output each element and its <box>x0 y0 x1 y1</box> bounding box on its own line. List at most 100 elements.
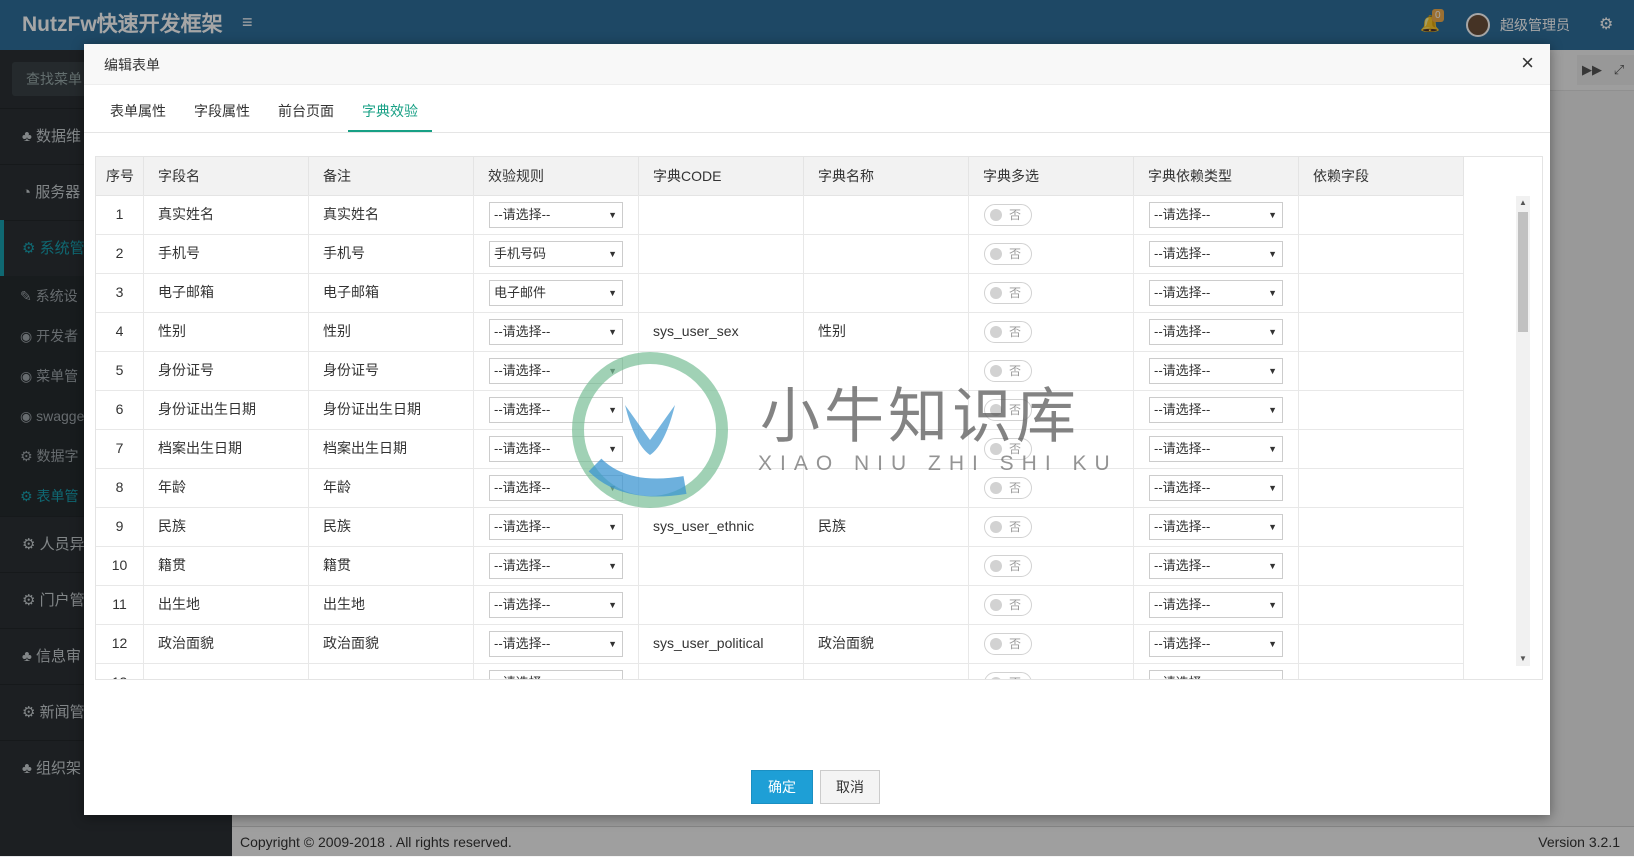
validation-rule-select[interactable]: 手机号码 ▼ <box>489 241 623 267</box>
dependency-type-select[interactable]: --请选择-- ▼ <box>1149 202 1283 228</box>
watermark-logo <box>572 352 728 508</box>
dict-multi-toggle[interactable]: 否 <box>984 633 1032 655</box>
table-cell: 电子邮箱 <box>144 273 309 312</box>
select-value: --请选择-- <box>1154 246 1211 261</box>
toggle-knob <box>990 560 1002 572</box>
caret-down-icon: ▼ <box>608 327 617 337</box>
table-cell <box>639 663 804 679</box>
table-cell: 9 <box>96 507 144 546</box>
toggle-knob <box>990 599 1002 611</box>
dependency-type-select[interactable]: --请选择-- ▼ <box>1149 241 1283 267</box>
table-cell: 11 <box>96 585 144 624</box>
column-header: 效验规则 <box>474 157 639 195</box>
dict-multi-toggle[interactable]: 否 <box>984 282 1032 304</box>
dependency-type-select[interactable]: --请选择-- ▼ <box>1149 670 1283 679</box>
confirm-button[interactable]: 确定 <box>751 770 813 804</box>
table-cell: 身份证号 <box>144 351 309 390</box>
dict-multi-toggle[interactable]: 否 <box>984 321 1032 343</box>
cancel-button[interactable]: 取消 <box>820 770 880 804</box>
tab-field-attributes[interactable]: 字段属性 <box>180 84 264 132</box>
scrollbar-thumb[interactable] <box>1518 212 1528 332</box>
table-cell: 政治面貌 <box>804 624 969 663</box>
validation-rule-select[interactable]: --请选择-- ▼ <box>489 202 623 228</box>
table-row: 10 籍贯 籍贯 --请选择-- ▼ 否 --请选择-- ▼ <box>96 546 1464 586</box>
toggle-label: 否 <box>1009 481 1022 495</box>
dependency-type-select[interactable]: --请选择-- ▼ <box>1149 631 1283 657</box>
toggle-label: 否 <box>1009 637 1022 651</box>
dict-multi-toggle[interactable]: 否 <box>984 243 1032 265</box>
validation-rule-select[interactable]: --请选择-- ▼ <box>489 514 623 540</box>
dependency-type-select[interactable]: --请选择-- ▼ <box>1149 436 1283 462</box>
table-cell <box>1299 351 1464 390</box>
dependency-type-select[interactable]: --请选择-- ▼ <box>1149 592 1283 618</box>
table-cell: 年龄 <box>309 468 474 507</box>
validation-rule-select[interactable]: --请选择-- ▼ <box>489 553 623 579</box>
table-cell <box>1299 234 1464 273</box>
table-cell: 籍贯 <box>309 546 474 585</box>
dict-multi-toggle[interactable]: 否 <box>984 594 1032 616</box>
dependency-type-cell: --请选择-- ▼ <box>1134 624 1299 663</box>
dict-multi-toggle[interactable]: 否 <box>984 672 1032 679</box>
select-value: --请选择-- <box>1154 363 1211 378</box>
dict-multi-toggle[interactable]: 否 <box>984 477 1032 499</box>
select-value: --请选择-- <box>494 636 551 651</box>
dict-multi-cell: 否 <box>969 546 1134 585</box>
table-cell <box>804 195 969 234</box>
table-cell <box>639 585 804 624</box>
table-cell: 性别 <box>144 312 309 351</box>
dependency-type-select[interactable]: --请选择-- ▼ <box>1149 280 1283 306</box>
dependency-type-select[interactable]: --请选择-- ▼ <box>1149 319 1283 345</box>
validation-rule-select[interactable]: --请选择-- ▼ <box>489 319 623 345</box>
dict-multi-cell: 否 <box>969 195 1134 234</box>
scroll-up-icon[interactable]: ▲ <box>1516 196 1530 210</box>
table-scrollbar[interactable]: ▲ ▼ <box>1516 196 1530 666</box>
dict-multi-cell: 否 <box>969 663 1134 679</box>
table-cell: 民族 <box>309 507 474 546</box>
dict-multi-toggle[interactable]: 否 <box>984 555 1032 577</box>
select-value: --请选择-- <box>494 402 551 417</box>
table-cell <box>804 234 969 273</box>
toggle-knob <box>990 248 1002 260</box>
dependency-type-cell: --请选择-- ▼ <box>1134 195 1299 234</box>
dependency-type-select[interactable]: --请选择-- ▼ <box>1149 553 1283 579</box>
table-cell <box>1299 390 1464 429</box>
dependency-type-select[interactable]: --请选择-- ▼ <box>1149 397 1283 423</box>
dependency-type-select[interactable]: --请选择-- ▼ <box>1149 514 1283 540</box>
dependency-type-cell: --请选择-- ▼ <box>1134 273 1299 312</box>
select-value: --请选择-- <box>494 519 551 534</box>
table-cell: 12 <box>96 624 144 663</box>
tab-dict-validation[interactable]: 字典效验 <box>348 84 432 132</box>
validation-rule-cell: --请选择-- ▼ <box>474 663 639 679</box>
validation-rule-cell: --请选择-- ▼ <box>474 195 639 234</box>
table-cell: 2 <box>96 234 144 273</box>
dependency-type-select[interactable]: --请选择-- ▼ <box>1149 475 1283 501</box>
table-cell <box>1299 312 1464 351</box>
dependency-type-cell: --请选择-- ▼ <box>1134 585 1299 624</box>
toggle-label: 否 <box>1009 598 1022 612</box>
column-header: 字典多选 <box>969 157 1134 195</box>
tab-form-attributes[interactable]: 表单属性 <box>96 84 180 132</box>
validation-rule-select[interactable]: --请选择-- ▼ <box>489 592 623 618</box>
validation-rule-select[interactable]: --请选择-- ▼ <box>489 631 623 657</box>
dict-multi-toggle[interactable]: 否 <box>984 204 1032 226</box>
caret-down-icon: ▼ <box>1268 483 1277 493</box>
caret-down-icon: ▼ <box>608 249 617 259</box>
column-header: 依赖字段 <box>1299 157 1464 195</box>
dict-multi-cell: 否 <box>969 585 1134 624</box>
table-cell: 5 <box>96 351 144 390</box>
tab-front-pages[interactable]: 前台页面 <box>264 84 348 132</box>
table-cell <box>639 195 804 234</box>
toggle-knob <box>990 677 1002 679</box>
close-icon[interactable]: × <box>1521 50 1534 76</box>
table-cell <box>1299 468 1464 507</box>
toggle-label: 否 <box>1009 673 1021 679</box>
table-cell: 民族 <box>804 507 969 546</box>
dict-multi-toggle[interactable]: 否 <box>984 516 1032 538</box>
scroll-down-icon[interactable]: ▼ <box>1516 652 1530 666</box>
dependency-type-select[interactable]: --请选择-- ▼ <box>1149 358 1283 384</box>
caret-down-icon: ▼ <box>1268 249 1277 259</box>
select-value: 手机号码 <box>494 246 547 261</box>
validation-rule-select[interactable]: --请选择-- ▼ <box>489 670 623 679</box>
validation-rule-select[interactable]: 电子邮件 ▼ <box>489 280 623 306</box>
table-row: 1 真实姓名 真实姓名 --请选择-- ▼ 否 --请选择-- ▼ <box>96 195 1464 235</box>
